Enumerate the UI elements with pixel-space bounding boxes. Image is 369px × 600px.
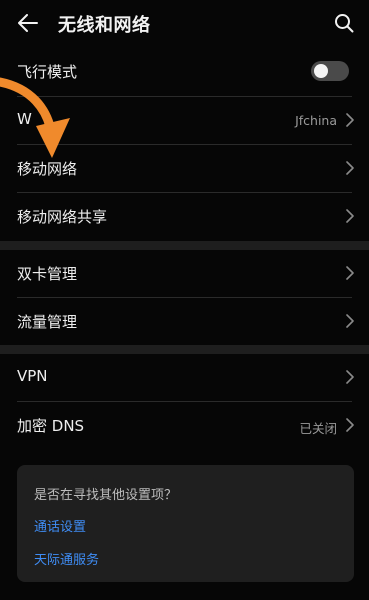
- airplane-mode-row[interactable]: 飞行模式: [0, 48, 369, 95]
- private-dns-label: 加密 DNS: [17, 417, 85, 435]
- wlan-label: W: [17, 110, 32, 128]
- search-icon: [335, 14, 354, 33]
- wlan-value: Jfchina: [295, 113, 337, 128]
- dual-sim-label: 双卡管理: [17, 265, 78, 283]
- wireless-network-screen: 无线和网络 飞行模式 W Jfchina 移动网络 移动网络共享 双卡管理 流量…: [0, 0, 369, 600]
- vpn-label: VPN: [17, 367, 48, 385]
- chevron-right-icon: [346, 209, 354, 223]
- chevron-right-icon: [346, 314, 354, 328]
- chevron-right-icon: [346, 266, 354, 280]
- airplane-mode-toggle[interactable]: [311, 61, 349, 81]
- chevron-right-icon: [346, 370, 354, 384]
- search-button[interactable]: [327, 6, 361, 40]
- tethering-row[interactable]: 移动网络共享: [0, 193, 369, 240]
- suggestion-title: 是否在寻找其他设置项？: [34, 488, 178, 503]
- data-usage-row[interactable]: 流量管理: [0, 298, 369, 345]
- dual-sim-row[interactable]: 双卡管理: [0, 250, 369, 297]
- private-dns-value: 已关闭: [299, 421, 337, 436]
- chevron-right-icon: [346, 418, 354, 432]
- chevron-right-icon: [346, 161, 354, 175]
- vpn-row[interactable]: VPN: [0, 354, 369, 401]
- chevron-right-icon: [346, 113, 354, 127]
- wlan-row[interactable]: W Jfchina: [0, 97, 369, 144]
- mobile-network-row[interactable]: 移动网络: [0, 145, 369, 192]
- airplane-mode-label: 飞行模式: [17, 63, 78, 81]
- back-button[interactable]: [10, 6, 46, 40]
- section-separator: [0, 241, 369, 250]
- header: 无线和网络: [0, 0, 369, 46]
- tethering-label: 移动网络共享: [17, 208, 108, 226]
- mobile-network-label: 移动网络: [17, 160, 78, 178]
- data-usage-label: 流量管理: [17, 313, 78, 331]
- arrow-left-icon: [18, 14, 38, 32]
- call-settings-link[interactable]: 通话设置: [34, 516, 86, 535]
- skytone-service-link[interactable]: 天际通服务: [34, 549, 99, 568]
- private-dns-row[interactable]: 加密 DNS 已关闭: [0, 402, 369, 449]
- section-separator: [0, 345, 369, 354]
- suggestion-card: 是否在寻找其他设置项？ 通话设置 天际通服务: [17, 465, 354, 582]
- page-title: 无线和网络: [58, 15, 151, 36]
- toggle-knob: [314, 64, 328, 78]
